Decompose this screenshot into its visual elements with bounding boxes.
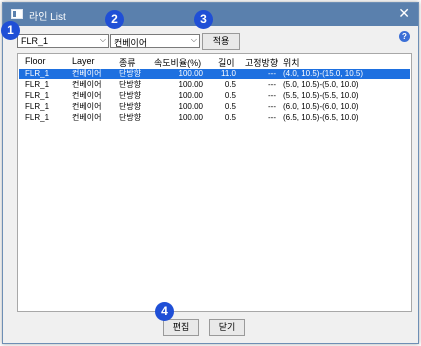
column-header-type[interactable]: 종류	[119, 56, 136, 69]
table-row[interactable]: FLR_1 컨베이어 단방향 100.00 0.5 --- (6.0, 10.5…	[19, 102, 410, 112]
cell-speed: 100.00	[178, 69, 203, 78]
table-row[interactable]: FLR_1 컨베이어 단방향 100.00 11.0 --- (4.0, 10.…	[19, 69, 410, 79]
cell-speed: 100.00	[178, 102, 203, 111]
layer-select-value: 컨베이어	[114, 38, 148, 48]
cell-floor: FLR_1	[25, 102, 50, 111]
chevron-down-icon: ⌵	[99, 35, 106, 44]
column-header-position[interactable]: 위치	[283, 56, 300, 69]
cell-floor: FLR_1	[25, 113, 50, 122]
annotation-badge-1: 1	[1, 21, 20, 40]
column-header-floor[interactable]: Floor	[25, 56, 46, 66]
window-icon	[11, 9, 23, 19]
cell-layer: 컨베이어	[72, 102, 102, 111]
cell-speed: 100.00	[178, 80, 203, 89]
column-header-layer[interactable]: Layer	[72, 56, 95, 66]
floor-select[interactable]: FLR_1 ⌵	[17, 34, 109, 48]
cell-layer: 컨베이어	[72, 113, 102, 122]
cell-floor: FLR_1	[25, 91, 50, 100]
cell-speed: 100.00	[178, 91, 203, 100]
cell-type: 단방향	[119, 102, 142, 111]
cell-fixed: ---	[268, 91, 276, 100]
close-icon[interactable]: ✕	[398, 5, 410, 22]
cell-position: (6.5, 10.5)-(6.5, 10.0)	[283, 113, 359, 122]
annotation-badge-3: 3	[194, 10, 213, 29]
cell-position: (5.5, 10.5)-(5.5, 10.0)	[283, 91, 359, 100]
chevron-down-icon: ⌵	[190, 35, 197, 44]
cell-type: 단방향	[119, 91, 142, 100]
cell-floor: FLR_1	[25, 80, 50, 89]
cell-length: 0.5	[224, 80, 236, 89]
table-header: Floor Layer 종류 속도비율(%) 길이 고정방향 위치	[18, 54, 411, 68]
cell-position: (4.0, 10.5)-(15.0, 10.5)	[283, 69, 364, 78]
table-row[interactable]: FLR_1 컨베이어 단방향 100.00 0.5 --- (5.0, 10.5…	[19, 80, 410, 90]
cell-layer: 컨베이어	[72, 91, 102, 100]
cell-fixed: ---	[268, 69, 276, 78]
column-header-length[interactable]: 길이	[218, 56, 235, 69]
window-title: 라인 List	[29, 12, 66, 23]
cell-length: 0.5	[224, 113, 236, 122]
cell-fixed: ---	[268, 80, 276, 89]
apply-button[interactable]: 적용	[202, 33, 240, 50]
table-row[interactable]: FLR_1 컨베이어 단방향 100.00 0.5 --- (5.5, 10.5…	[19, 91, 410, 101]
close-button[interactable]: 닫기	[209, 319, 245, 336]
column-header-fixed-direction[interactable]: 고정방향	[245, 56, 278, 69]
cell-type: 단방향	[119, 69, 142, 78]
cell-speed: 100.00	[178, 113, 203, 122]
floor-select-value: FLR_1	[21, 36, 49, 46]
layer-select[interactable]: 컨베이어 ⌵	[110, 34, 200, 48]
cell-length: 0.5	[224, 102, 236, 111]
line-list-dialog: 라인 List ✕ ? FLR_1 ⌵ 컨베이어 ⌵ 적용 Floor Laye…	[2, 2, 419, 344]
cell-type: 단방향	[119, 113, 142, 122]
cell-type: 단방향	[119, 80, 142, 89]
cell-floor: FLR_1	[25, 69, 50, 78]
cell-layer: 컨베이어	[72, 80, 102, 89]
cell-length: 0.5	[224, 91, 236, 100]
cell-length: 11.0	[221, 69, 236, 78]
cell-layer: 컨베이어	[72, 69, 102, 78]
annotation-badge-2: 2	[105, 10, 124, 29]
cell-fixed: ---	[268, 102, 276, 111]
edit-button[interactable]: 편집	[163, 319, 199, 336]
line-list-table[interactable]: Floor Layer 종류 속도비율(%) 길이 고정방향 위치 FLR_1 …	[17, 53, 412, 312]
annotation-badge-4: 4	[155, 302, 174, 321]
help-icon[interactable]: ?	[399, 31, 410, 42]
cell-position: (6.0, 10.5)-(6.0, 10.0)	[283, 102, 359, 111]
column-header-speed[interactable]: 속도비율(%)	[154, 56, 201, 69]
cell-fixed: ---	[268, 113, 276, 122]
table-row[interactable]: FLR_1 컨베이어 단방향 100.00 0.5 --- (6.5, 10.5…	[19, 113, 410, 123]
cell-position: (5.0, 10.5)-(5.0, 10.0)	[283, 80, 359, 89]
